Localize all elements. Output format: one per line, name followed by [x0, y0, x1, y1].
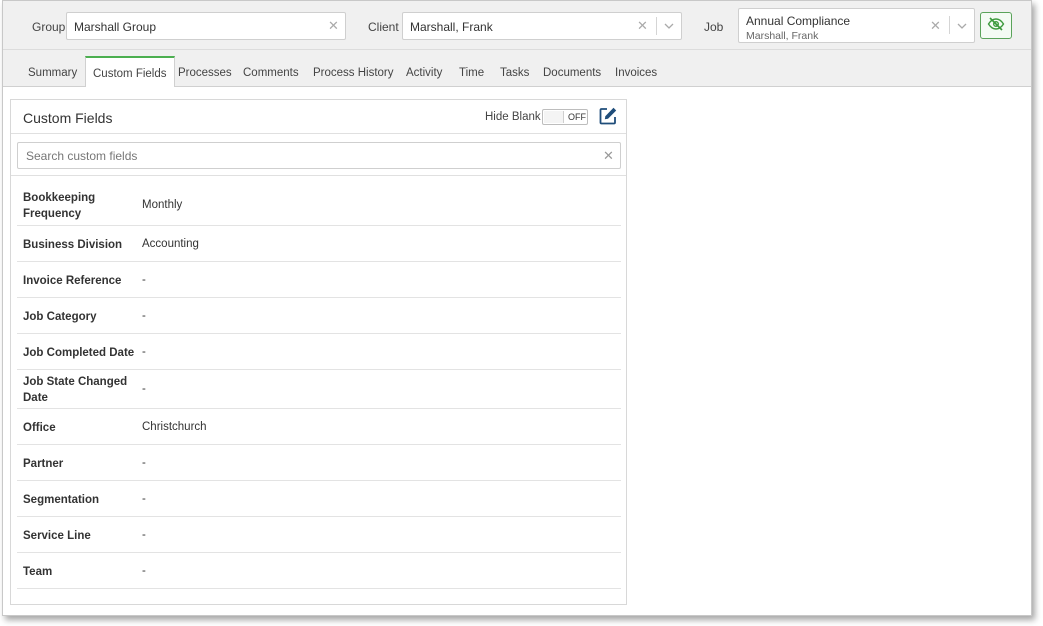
search-box: ✕ [17, 142, 621, 169]
field-value: Accounting [142, 238, 199, 250]
field-row-office: Office Christchurch [17, 409, 621, 445]
field-label: Business Division [23, 239, 123, 251]
group-select[interactable]: Marshall Group ✕ [66, 12, 346, 40]
chevron-down-icon[interactable] [956, 17, 968, 38]
group-value: Marshall Group [74, 20, 157, 34]
field-row-team: Team - [17, 553, 621, 589]
tab-comments[interactable]: Comments [243, 67, 299, 79]
tab-activity[interactable]: Activity [406, 67, 442, 79]
field-value: - [142, 346, 146, 358]
field-label: Job Category [23, 311, 97, 323]
field-label: Job Completed Date [23, 347, 135, 359]
field-value: - [142, 383, 146, 395]
toggle-knob [544, 111, 564, 123]
clear-icon[interactable]: ✕ [603, 148, 614, 164]
tab-summary[interactable]: Summary [28, 67, 77, 79]
custom-fields-list: Bookkeeping Frequency Monthly Business D… [17, 176, 621, 589]
custom-fields-panel: Custom Fields Hide Blank OFF ✕ [10, 99, 627, 605]
field-value: Christchurch [142, 421, 207, 433]
select-separator [949, 16, 950, 34]
toggle-visibility-button[interactable] [980, 12, 1012, 39]
chevron-down-icon[interactable] [663, 17, 675, 38]
panel-header: Custom Fields Hide Blank OFF [11, 100, 626, 134]
tab-custom-fields[interactable]: Custom Fields [85, 56, 175, 89]
field-row-business-division: Business Division Accounting [17, 226, 621, 262]
clear-icon[interactable]: ✕ [930, 18, 941, 34]
toggle-state: OFF [568, 112, 586, 122]
field-label: Partner [23, 458, 64, 470]
panel-title: Custom Fields [23, 110, 113, 126]
clear-icon[interactable]: ✕ [328, 18, 339, 34]
tab-time[interactable]: Time [459, 67, 484, 79]
field-value: - [142, 529, 146, 541]
field-value: - [142, 274, 146, 286]
job-value: Annual Compliance [746, 14, 851, 28]
client-select[interactable]: Marshall, Frank ✕ [402, 12, 682, 40]
field-row-bookkeeping-frequency: Bookkeeping Frequency Monthly [17, 176, 621, 226]
app-window: Group Marshall Group ✕ Client Marshall, … [2, 0, 1032, 616]
tab-processes[interactable]: Processes [178, 67, 232, 79]
eye-slash-icon [987, 17, 1005, 34]
group-label: Group [32, 20, 66, 34]
tab-tasks[interactable]: Tasks [500, 67, 529, 79]
tab-process-history[interactable]: Process History [313, 67, 394, 79]
clear-icon[interactable]: ✕ [637, 18, 648, 34]
tab-documents[interactable]: Documents [543, 67, 601, 79]
filter-bar: Group Marshall Group ✕ Client Marshall, … [3, 1, 1031, 49]
field-label: Office [23, 422, 56, 434]
field-value: - [142, 493, 146, 505]
field-row-service-line: Service Line - [17, 517, 621, 553]
field-row-segmentation: Segmentation - [17, 481, 621, 517]
job-client-value: Marshall, Frank [746, 30, 819, 42]
edit-icon[interactable] [598, 106, 618, 126]
field-row-job-completed-date: Job Completed Date - [17, 334, 621, 370]
content-area: Custom Fields Hide Blank OFF ✕ [3, 87, 1031, 615]
hide-blank-label: Hide Blank [485, 111, 541, 123]
tab-bar: Summary Custom Fields Processes Comments… [3, 49, 1031, 89]
field-value: Monthly [142, 199, 183, 211]
job-select[interactable]: Annual Compliance Marshall, Frank ✕ [738, 8, 975, 43]
field-label: Bookkeeping Frequency [23, 192, 96, 220]
field-label: Team [23, 566, 53, 578]
field-label: Service Line [23, 530, 91, 542]
field-label: Job State Changed Date [23, 376, 128, 404]
client-value: Marshall, Frank [410, 20, 493, 34]
select-separator [656, 17, 657, 35]
client-label: Client [368, 20, 399, 34]
field-row-job-category: Job Category - [17, 298, 621, 334]
hide-blank-toggle[interactable]: OFF [542, 109, 588, 125]
field-row-job-state-changed-date: Job State Changed Date - [17, 370, 621, 409]
field-row-invoice-reference: Invoice Reference - [17, 262, 621, 298]
tab-invoices[interactable]: Invoices [615, 67, 657, 79]
field-value: - [142, 310, 146, 322]
field-row-partner: Partner - [17, 445, 621, 481]
field-label: Segmentation [23, 494, 100, 506]
field-label: Invoice Reference [23, 275, 122, 287]
field-value: - [142, 565, 146, 577]
job-label: Job [704, 20, 724, 34]
field-value: - [142, 457, 146, 469]
search-input[interactable] [19, 144, 599, 167]
